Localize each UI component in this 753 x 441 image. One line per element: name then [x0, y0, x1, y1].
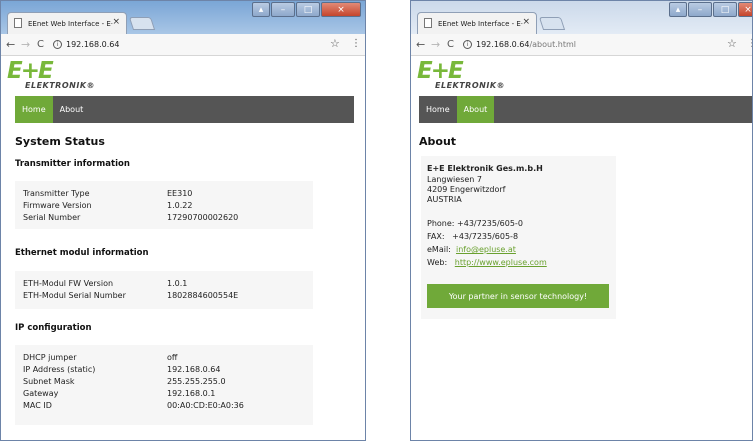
browser-tab[interactable]: EEnet Web Interface - E· × [7, 12, 127, 34]
main-menu: Home About [419, 96, 752, 123]
back-arrow-icon[interactable]: ← [416, 38, 425, 51]
new-tab-button[interactable] [128, 17, 156, 30]
close-window-button[interactable]: × [321, 2, 361, 17]
tab-close-icon[interactable]: × [522, 17, 530, 27]
fax-line: FAX: +43/7235/605-8 [427, 232, 518, 241]
address-bar: ← → C i 192.168.0.64 ☆ ⋮ [1, 34, 365, 56]
row-key: Gateway [23, 389, 59, 398]
row-key: MAC ID [23, 401, 52, 410]
browser-window-status: EEnet Web Interface - E· × ▴ – □ × ← → C… [0, 0, 366, 441]
menu-about[interactable]: About [53, 96, 91, 123]
maximize-button[interactable]: □ [713, 2, 737, 17]
row-value: 1.0.1 [167, 279, 188, 288]
main-menu: Home About [15, 96, 354, 123]
title-bar: EEnet Web Interface - E· × ▴ – □ × [1, 1, 365, 34]
forward-arrow-icon[interactable]: → [431, 38, 440, 51]
minimize-button[interactable]: – [271, 2, 295, 17]
reload-icon[interactable]: C [447, 39, 454, 50]
window-controls: ▴ – □ × [251, 2, 361, 17]
maximize-button[interactable]: □ [296, 2, 320, 17]
row-key: Transmitter Type [23, 189, 90, 198]
row-value: 1802884600554E [167, 291, 239, 300]
country: AUSTRIA [427, 195, 462, 204]
tab-close-icon[interactable]: × [112, 17, 120, 27]
row-key: ETH-Modul FW Version [23, 279, 114, 288]
row-key: IP Address (static) [23, 365, 96, 374]
section-ethernet: Ethernet modul information [15, 248, 149, 258]
tab-title: EEnet Web Interface - E· [438, 19, 524, 28]
logo-text: ELEKTRONIK® [25, 81, 96, 90]
section-transmitter: Transmitter information [15, 159, 130, 169]
ip-box: DHCP jumper off IP Address (static) 192.16… [15, 345, 313, 425]
company-name: E+E Elektronik Ges.m.b.H [427, 164, 543, 173]
row-value: 255.255.255.0 [167, 377, 226, 386]
row-key: Firmware Version [23, 201, 92, 210]
row-key: DHCP jumper [23, 353, 77, 362]
new-tab-button[interactable] [538, 17, 566, 30]
address-bar: ← → C i 192.168.0.64/about.html ☆ ⋮ [411, 34, 752, 56]
ee-logo: E+E ELEKTRONIK® [1, 56, 365, 94]
transmitter-box: Transmitter Type EE310 Firmware Version 1.… [15, 181, 313, 229]
forward-arrow-icon[interactable]: → [21, 38, 30, 51]
page-icon [424, 18, 432, 28]
title-bar: EEnet Web Interface - E· × ▴ – □ × [411, 1, 752, 34]
menu-home[interactable]: Home [419, 96, 457, 123]
phone-line: Phone: +43/7235/605-0 [427, 219, 523, 228]
web-link[interactable]: http://www.epluse.com [455, 258, 547, 267]
email-line: eMail: info@epluse.at [427, 245, 516, 254]
phone-value: +43/7235/605-0 [457, 219, 523, 228]
ethernet-box: ETH-Modul FW Version 1.0.1 ETH-Modul Seri… [15, 271, 313, 309]
fax-label: FAX: [427, 232, 445, 241]
row-value: 17290700002620 [167, 213, 239, 222]
ee-logo: E+E ELEKTRONIK® [411, 56, 752, 94]
tab-title: EEnet Web Interface - E· [28, 19, 114, 28]
url-path: /about.html [529, 40, 576, 49]
url-host: 192.168.0.64 [66, 40, 120, 49]
city: 4209 Engerwitzdorf [427, 185, 506, 194]
url-field[interactable]: 192.168.0.64 [66, 40, 119, 49]
browser-menu-icon[interactable]: ⋮ [351, 38, 361, 49]
info-icon[interactable]: i [463, 40, 472, 49]
close-window-button[interactable]: × [738, 2, 752, 17]
fax-value: +43/7235/605-8 [452, 232, 519, 241]
page-icon [14, 18, 22, 28]
url-host: 192.168.0.64 [476, 40, 530, 49]
extra-button[interactable]: ▴ [669, 2, 687, 17]
bookmark-star-icon[interactable]: ☆ [727, 37, 737, 50]
logo-text: ELEKTRONIK® [435, 81, 506, 90]
minimize-button[interactable]: – [688, 2, 712, 17]
menu-home[interactable]: Home [15, 96, 53, 123]
url-field[interactable]: 192.168.0.64/about.html [476, 40, 576, 49]
row-key: ETH-Modul Serial Number [23, 291, 126, 300]
row-value: 192.168.0.64 [167, 365, 221, 374]
bookmark-star-icon[interactable]: ☆ [330, 37, 340, 50]
row-value: EE310 [167, 189, 193, 198]
email-label: eMail: [427, 245, 451, 254]
phone-label: Phone: [427, 219, 455, 228]
partner-button[interactable]: Your partner in sensor technology! [427, 284, 609, 308]
about-box: E+E Elektronik Ges.m.b.H Langwiesen 7 42… [421, 156, 616, 319]
email-link[interactable]: info@epluse.at [456, 245, 516, 254]
page-title: System Status [15, 135, 105, 148]
window-controls: ▴ – □ × [668, 2, 752, 17]
menu-about[interactable]: About [456, 96, 495, 123]
reload-icon[interactable]: C [37, 39, 44, 50]
info-icon[interactable]: i [53, 40, 62, 49]
row-value: 192.168.0.1 [167, 389, 216, 398]
row-key: Serial Number [23, 213, 81, 222]
row-value: 00:A0:CD:E0:A0:36 [167, 401, 244, 410]
web-label: Web: [427, 258, 448, 267]
row-key: Subnet Mask [23, 377, 75, 386]
browser-menu-icon[interactable]: ⋮ [747, 38, 752, 49]
back-arrow-icon[interactable]: ← [6, 38, 15, 51]
extra-button[interactable]: ▴ [252, 2, 270, 17]
row-value: off [167, 353, 178, 362]
section-ip: IP configuration [15, 323, 92, 333]
page-title: About [419, 135, 457, 148]
browser-tab[interactable]: EEnet Web Interface - E· × [417, 12, 537, 34]
street: Langwiesen 7 [427, 175, 482, 184]
browser-window-about: EEnet Web Interface - E· × ▴ – □ × ← → C… [410, 0, 753, 441]
web-line: Web: http://www.epluse.com [427, 258, 547, 267]
row-value: 1.0.22 [167, 201, 193, 210]
